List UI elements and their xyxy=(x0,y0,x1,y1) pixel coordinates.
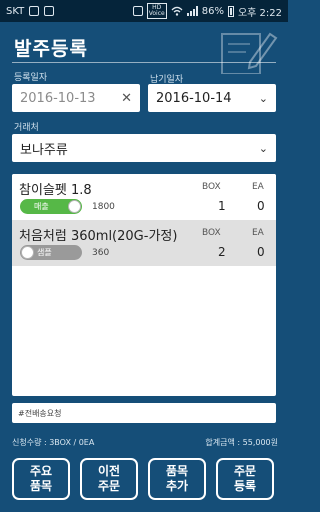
item-name: 처음처럼 360ml(20G-가정) xyxy=(19,229,178,244)
box-header: BOX xyxy=(202,228,221,238)
ea-quantity[interactable]: 0 xyxy=(257,245,265,259)
due-date-dropdown[interactable]: 2016-10-14 ⌄ xyxy=(148,84,276,112)
client-dropdown[interactable]: 보나주류 ⌄ xyxy=(12,134,276,162)
button-label-line1: 품목 xyxy=(165,464,189,478)
toggle-label: 매출 xyxy=(34,202,49,211)
wifi-icon xyxy=(171,6,183,16)
memo-value: #전배송요청 xyxy=(18,408,62,418)
page-title: 발주등록 xyxy=(14,38,88,60)
button-label-line2: 등록 xyxy=(233,479,257,493)
box-quantity[interactable]: 1 xyxy=(218,199,226,213)
register-date-label: 등록일자 xyxy=(14,73,48,83)
button-label-line1: 이전 xyxy=(97,464,121,478)
item-price: 1800 xyxy=(92,202,115,212)
box-header: BOX xyxy=(202,182,221,192)
battery-icon xyxy=(227,5,234,17)
chevron-down-icon: ⌄ xyxy=(258,91,268,105)
client-label: 거래처 xyxy=(14,123,39,133)
ea-quantity[interactable]: 0 xyxy=(257,199,265,213)
total-amount: 합계금액 : 55,000원 xyxy=(205,438,278,447)
client-value: 보나주류 xyxy=(20,142,68,158)
memo-input[interactable]: #전배송요청 xyxy=(12,403,276,423)
mute-icon xyxy=(132,6,143,16)
box-quantity[interactable]: 2 xyxy=(218,245,226,259)
register-date-value: 2016-10-13 xyxy=(20,90,96,106)
list-item[interactable]: 참이슬펫 1.8 BOX EA 매출 1800 1 0 xyxy=(12,174,276,220)
clock: 오후 2:22 xyxy=(237,7,282,19)
quantity-summary: 신청수량 : 3BOX / 0EA xyxy=(12,438,95,447)
due-date-value: 2016-10-14 xyxy=(156,90,232,106)
status-bar: SKT HD Voice 86% 오후 2:22 xyxy=(0,0,288,22)
sales-type-toggle[interactable]: 샘플 xyxy=(20,245,82,260)
register-date-field[interactable]: 2016-10-13 ✕ xyxy=(12,84,140,112)
signal-icon xyxy=(186,6,198,16)
item-price: 360 xyxy=(92,248,110,258)
button-label-line2: 품목 xyxy=(29,479,53,493)
sales-type-toggle[interactable]: 매출 xyxy=(20,199,82,214)
item-name: 참이슬펫 1.8 xyxy=(19,183,92,198)
notepad-pencil-icon xyxy=(221,32,278,74)
clear-icon[interactable]: ✕ xyxy=(121,91,132,106)
notification-icon xyxy=(44,6,55,16)
ea-header: EA xyxy=(252,182,264,192)
hd-voice-icon: HD Voice xyxy=(146,3,167,19)
button-label-line2: 추가 xyxy=(165,479,189,493)
chevron-down-icon: ⌄ xyxy=(258,141,268,155)
title-divider xyxy=(12,62,276,63)
list-item[interactable]: 처음처럼 360ml(20G-가정) BOX EA 샘플 360 2 0 xyxy=(12,220,276,266)
previous-order-button[interactable]: 이전 주문 xyxy=(80,458,138,500)
button-label-line2: 주문 xyxy=(97,479,121,493)
toggle-label: 샘플 xyxy=(37,248,52,257)
item-list[interactable]: 참이슬펫 1.8 BOX EA 매출 1800 1 0 처음처럼 360ml(2… xyxy=(12,174,276,396)
add-item-button[interactable]: 품목 추가 xyxy=(148,458,206,500)
button-label-line1: 주문 xyxy=(233,464,257,478)
toggle-knob xyxy=(21,246,34,259)
carrier-label: SKT xyxy=(6,5,25,17)
ea-header: EA xyxy=(252,228,264,238)
toggle-knob xyxy=(68,200,81,213)
gallery-icon xyxy=(29,6,40,16)
battery-percent: 86% xyxy=(201,5,224,17)
register-order-button[interactable]: 주문 등록 xyxy=(216,458,274,500)
main-items-button[interactable]: 주요 품목 xyxy=(12,458,70,500)
button-label-line1: 주요 xyxy=(29,464,53,478)
